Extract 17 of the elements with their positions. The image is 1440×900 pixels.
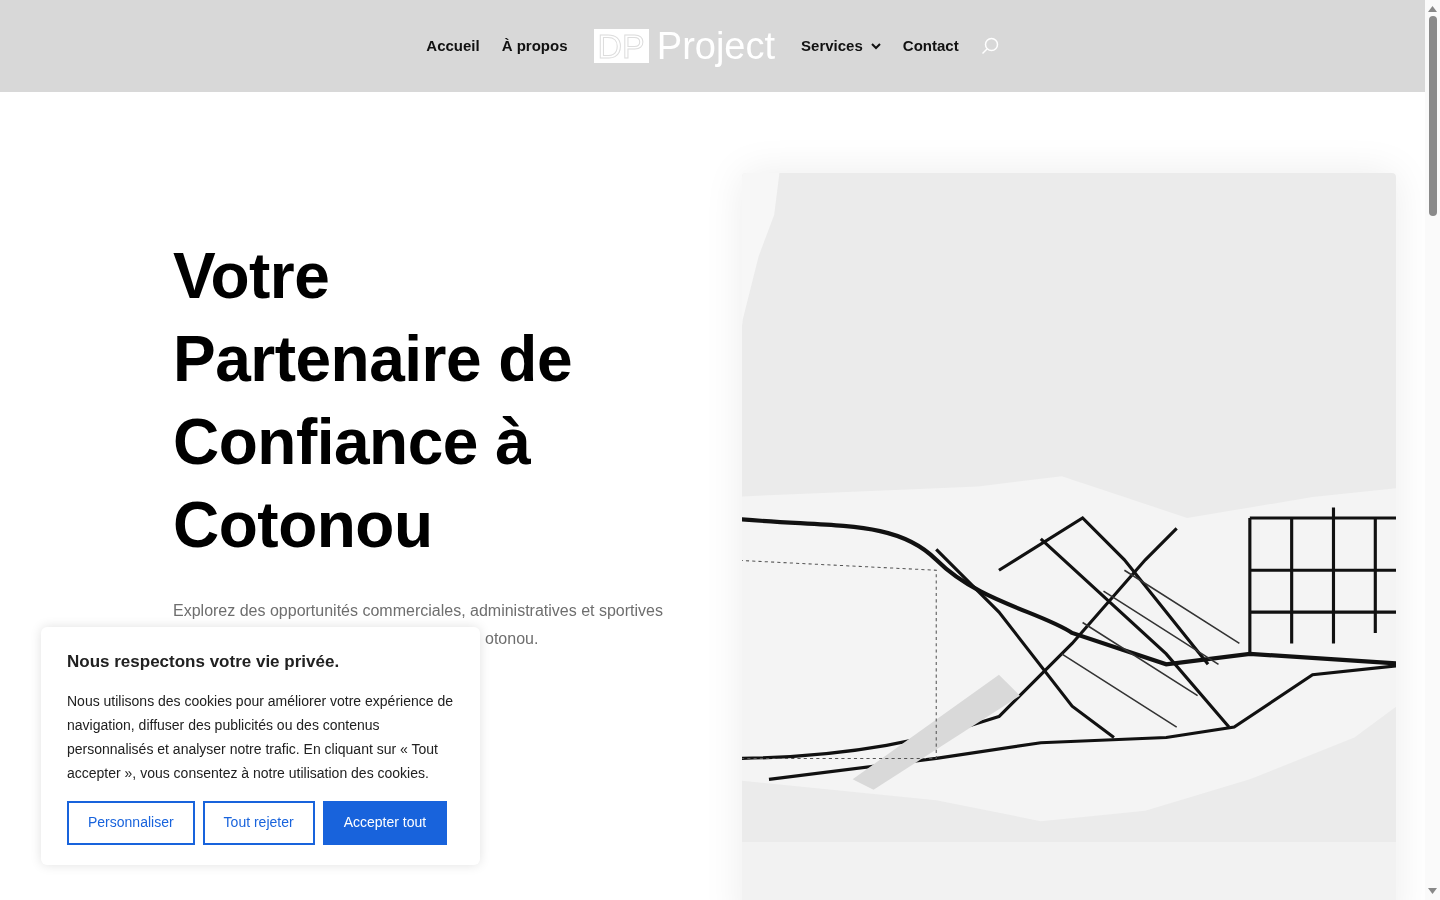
scroll-thumb[interactable] xyxy=(1428,16,1437,216)
scroll-down-icon[interactable] xyxy=(1428,888,1437,894)
intro-text: otonou. xyxy=(485,629,540,649)
intro-text: Explorez des opportunités commerciales, administratives et sportives xyxy=(173,601,664,621)
cookie-text: Nous utilisons des cookies pour améliorer votre expérience de navigation, diffuser des publicités ou des contenus personnalisés et analyser notre trafic. En cliquant sur « Tout accepter », vous consentez à notre utilisation des cookies. xyxy=(67,691,454,783)
cookie-button[interactable]: Personnaliser xyxy=(67,800,195,845)
hero-title: Votre Partenaire de Confiance à Cotonou xyxy=(173,239,574,563)
chevron-down-icon xyxy=(870,42,881,50)
cookie-title: Nous respectons votre vie privée. xyxy=(67,651,341,673)
cookie-button[interactable]: Tout rejeter xyxy=(202,800,315,845)
nav-link[interactable]: À propos xyxy=(501,34,568,58)
nav-link[interactable]: Contact xyxy=(902,34,959,58)
nav-link[interactable]: Accueil xyxy=(426,34,480,58)
cookie-button[interactable]: Accepter tout xyxy=(322,800,448,845)
nav-link[interactable]: Services xyxy=(801,34,881,58)
scroll-up-icon[interactable] xyxy=(1428,6,1437,12)
scrollbar[interactable] xyxy=(1425,0,1440,900)
